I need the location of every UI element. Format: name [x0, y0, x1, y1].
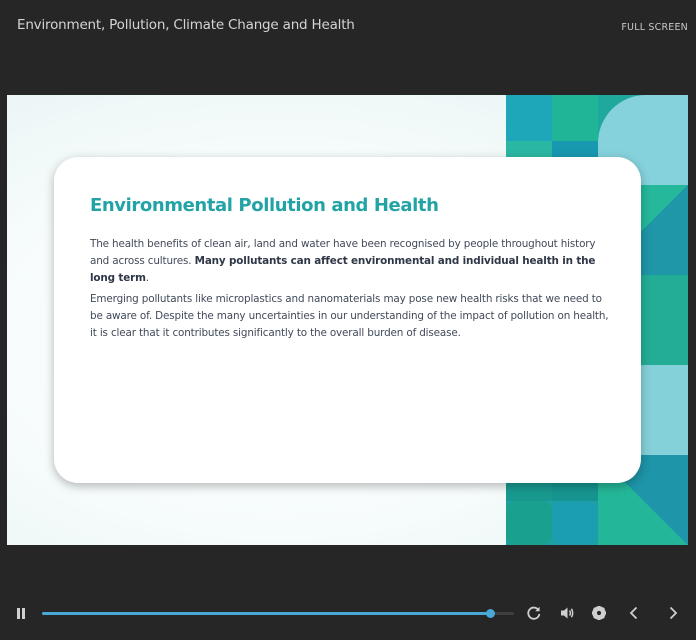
pause-icon[interactable]	[16, 608, 28, 620]
course-title: Environment, Pollution, Climate Change a…	[17, 17, 355, 33]
slide-canvas: Environmental Pollution and Health The h…	[7, 95, 688, 545]
slide-heading: Environmental Pollution and Health	[90, 195, 439, 216]
progress-fill	[42, 612, 491, 615]
fullscreen-button[interactable]: FULL SCREEN	[621, 22, 688, 33]
progress-track[interactable]	[42, 609, 514, 618]
settings-icon[interactable]	[589, 603, 609, 623]
previous-icon[interactable]	[624, 603, 644, 623]
paragraph-2: Emerging pollutants like microplastics a…	[90, 293, 609, 339]
content-card: Environmental Pollution and Health The h…	[54, 157, 641, 483]
progress-handle[interactable]	[486, 609, 496, 618]
paragraph-1-end: .	[145, 272, 149, 284]
paragraph-1: The health benefits of clean air, land a…	[90, 236, 610, 287]
player-controls	[0, 595, 696, 635]
volume-icon[interactable]	[557, 603, 577, 623]
next-icon[interactable]	[663, 603, 683, 623]
replay-icon[interactable]	[524, 603, 544, 623]
